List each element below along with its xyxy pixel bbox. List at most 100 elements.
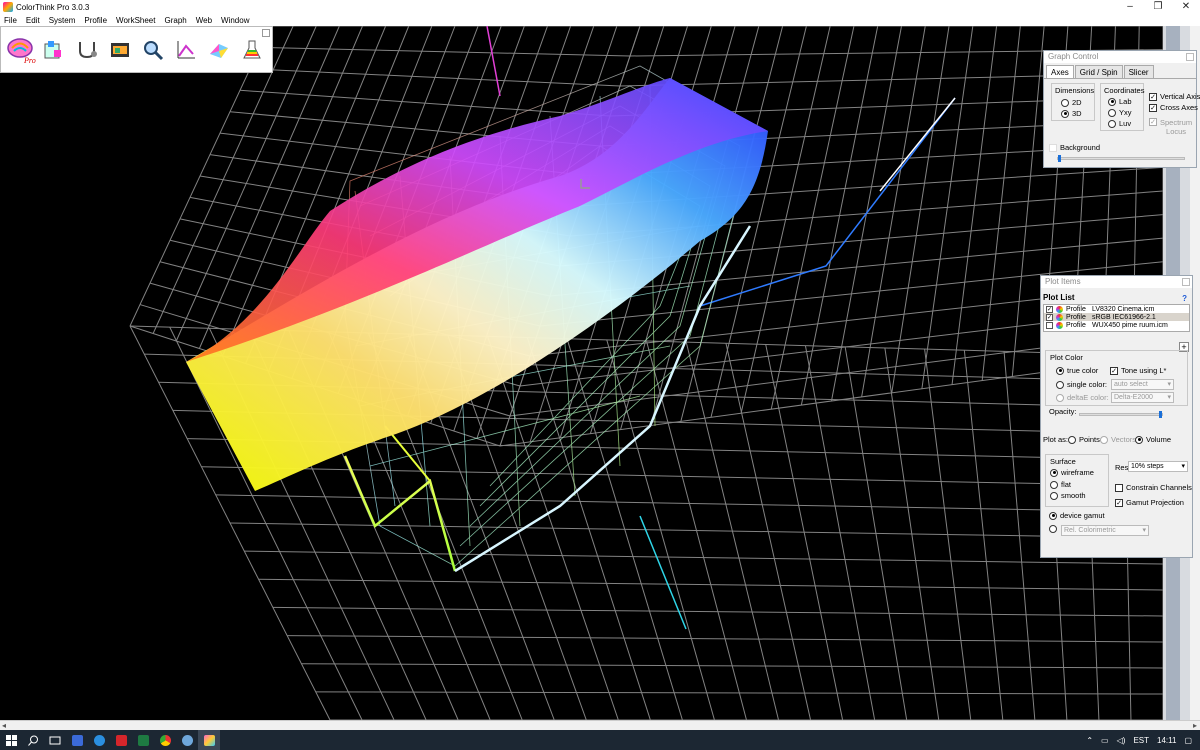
- edge-icon[interactable]: [88, 730, 110, 750]
- cross-axes-checkbox[interactable]: ✓ Cross Axes: [1149, 103, 1198, 112]
- volume-icon[interactable]: ◁): [1117, 736, 1126, 745]
- tab-axes[interactable]: Axes: [1046, 65, 1074, 78]
- delta-e-color-radio[interactable]: deltaE color:: [1056, 393, 1109, 402]
- coord-yxy-radio[interactable]: Yxy: [1108, 108, 1132, 117]
- tone-using-l-checkbox[interactable]: ✓ Tone using L*: [1110, 366, 1166, 375]
- vertical-axis-line: [486, 26, 501, 97]
- search-icon[interactable]: [22, 730, 44, 750]
- spectrum-locus-checkbox[interactable]: ✓ Spectrum Locus: [1149, 118, 1192, 136]
- plot-items-title-text: Plot Items: [1045, 277, 1081, 286]
- horizontal-scrollbar[interactable]: ◂ ▸: [0, 720, 1200, 730]
- constrain-channels-checkbox[interactable]: Constrain Channels: [1115, 483, 1192, 492]
- menu-edit[interactable]: Edit: [26, 16, 40, 25]
- save-app-icon[interactable]: [66, 730, 88, 750]
- title-bar: ColorThink Pro 3.0.3 – ❐ ✕: [0, 0, 1200, 14]
- background-slider[interactable]: [1057, 155, 1185, 162]
- plot-list-row[interactable]: ✓ Profile sRGB IEC61966-2.1: [1044, 313, 1189, 321]
- menu-system[interactable]: System: [49, 16, 76, 25]
- brain-pro-icon[interactable]: Pro: [4, 33, 37, 66]
- opacity-slider-knob[interactable]: [1159, 411, 1162, 418]
- tray-arrow-icon[interactable]: ⌃: [1086, 736, 1093, 745]
- coord-lab-radio[interactable]: Lab: [1108, 97, 1132, 106]
- graph-control-title-text: Graph Control: [1048, 52, 1099, 61]
- rendering-intent-select[interactable]: Rel. Colorimetric ▾: [1061, 525, 1149, 536]
- menu-worksheet[interactable]: WorkSheet: [116, 16, 155, 25]
- row-type: Profile: [1066, 321, 1086, 329]
- rendering-intent-radio[interactable]: [1049, 525, 1060, 533]
- task-view-icon[interactable]: [44, 730, 66, 750]
- surface-smooth-radio[interactable]: smooth: [1050, 491, 1086, 500]
- maximize-button[interactable]: ❐: [1144, 0, 1172, 14]
- network-icon[interactable]: ▭: [1101, 736, 1109, 745]
- grid-line: [259, 46, 631, 57]
- grid-line: [229, 522, 1163, 539]
- row-checkbox[interactable]: ✓: [1046, 305, 1053, 313]
- row-checkbox[interactable]: [1046, 321, 1053, 329]
- single-color-radio[interactable]: single color:: [1056, 380, 1107, 389]
- close-button[interactable]: ✕: [1172, 0, 1200, 14]
- vertical-axis-checkbox[interactable]: ✓ Vertical Axis: [1149, 92, 1200, 101]
- coordinates-label: Coordinates: [1104, 86, 1145, 95]
- minimize-button[interactable]: –: [1116, 0, 1144, 14]
- surface-flat-radio[interactable]: flat: [1050, 480, 1071, 489]
- gamut-3d-icon[interactable]: [202, 33, 235, 66]
- scroll-right-icon[interactable]: ▸: [1193, 721, 1197, 730]
- menu-graph[interactable]: Graph: [164, 16, 186, 25]
- row-name: LV8320 Cinema.icm: [1092, 305, 1155, 313]
- clock[interactable]: 14:11: [1157, 736, 1176, 745]
- image-film-icon[interactable]: [103, 33, 136, 66]
- windows-start-icon[interactable]: [0, 730, 22, 750]
- plot-list-row[interactable]: ✓ Profile LV8320 Cinema.icm: [1044, 305, 1189, 313]
- grid-line: [239, 89, 611, 117]
- scroll-left-icon[interactable]: ◂: [2, 721, 6, 730]
- help-icon[interactable]: ?: [1182, 294, 1187, 303]
- res-select[interactable]: 10% steps ▾: [1128, 461, 1188, 472]
- menu-profile[interactable]: Profile: [84, 16, 107, 25]
- graph-control-title: Graph Control: [1044, 51, 1196, 63]
- true-color-radio[interactable]: true color: [1056, 366, 1098, 375]
- background-checkbox[interactable]: Background: [1049, 143, 1100, 152]
- graph-icon[interactable]: [169, 33, 202, 66]
- coord-luv-radio[interactable]: Luv: [1108, 119, 1131, 128]
- background-slider-knob[interactable]: [1058, 155, 1061, 162]
- graph-3d-viewport[interactable]: [0, 26, 1163, 720]
- menu-file[interactable]: File: [4, 16, 17, 25]
- plot-list-row[interactable]: Profile WUX450 pime ruum.icm: [1044, 321, 1189, 329]
- graph-control-close-button[interactable]: [1186, 53, 1194, 61]
- tab-grid-spin[interactable]: Grid / Spin: [1074, 65, 1123, 78]
- dimension-3d-radio[interactable]: 3D: [1061, 109, 1082, 118]
- profile-inspector-icon[interactable]: [70, 33, 103, 66]
- tab-slicer[interactable]: Slicer: [1123, 65, 1154, 78]
- plot-as-points-radio[interactable]: Points: [1068, 435, 1100, 444]
- menu-bar: File Edit System Profile WorkSheet Graph…: [0, 14, 1200, 26]
- grid-line: [272, 606, 1163, 617]
- app-icon[interactable]: [176, 730, 198, 750]
- single-color-select[interactable]: auto select ▾: [1111, 379, 1174, 390]
- magnifier-icon[interactable]: [136, 33, 169, 66]
- plot-color-label: Plot Color: [1050, 353, 1083, 362]
- dimension-2d-radio[interactable]: 2D: [1061, 98, 1082, 107]
- menu-window[interactable]: Window: [221, 16, 249, 25]
- row-checkbox[interactable]: ✓: [1046, 313, 1053, 321]
- colorthink-icon[interactable]: [198, 730, 220, 750]
- chrome-icon[interactable]: [154, 730, 176, 750]
- rainbow-flask-icon[interactable]: [235, 33, 268, 66]
- menu-web[interactable]: Web: [196, 16, 212, 25]
- color-worksheet-icon[interactable]: [37, 33, 70, 66]
- device-gamut-radio[interactable]: device gamut: [1049, 511, 1105, 520]
- opacity-slider[interactable]: [1079, 411, 1163, 418]
- delta-e-select[interactable]: Delta-E2000 ▾: [1111, 392, 1174, 403]
- language-indicator[interactable]: EST: [1133, 736, 1149, 745]
- plot-as-volume-radio[interactable]: Volume: [1135, 435, 1171, 444]
- surface-wireframe-radio[interactable]: wireframe: [1050, 468, 1094, 477]
- notification-icon[interactable]: ▢: [1184, 736, 1192, 745]
- acrobat-icon[interactable]: [110, 730, 132, 750]
- plot-as-vectors-radio[interactable]: Vectors: [1100, 435, 1136, 444]
- gamut-projection-checkbox[interactable]: ✓ Gamut Projection: [1115, 498, 1184, 507]
- excel-icon[interactable]: [132, 730, 154, 750]
- grid-line: [201, 466, 1163, 487]
- white-axis-line: [879, 97, 956, 192]
- cyan-axis-line: [639, 515, 687, 630]
- plot-items-close-button[interactable]: [1182, 278, 1190, 286]
- toolbar-close-button[interactable]: [262, 29, 270, 37]
